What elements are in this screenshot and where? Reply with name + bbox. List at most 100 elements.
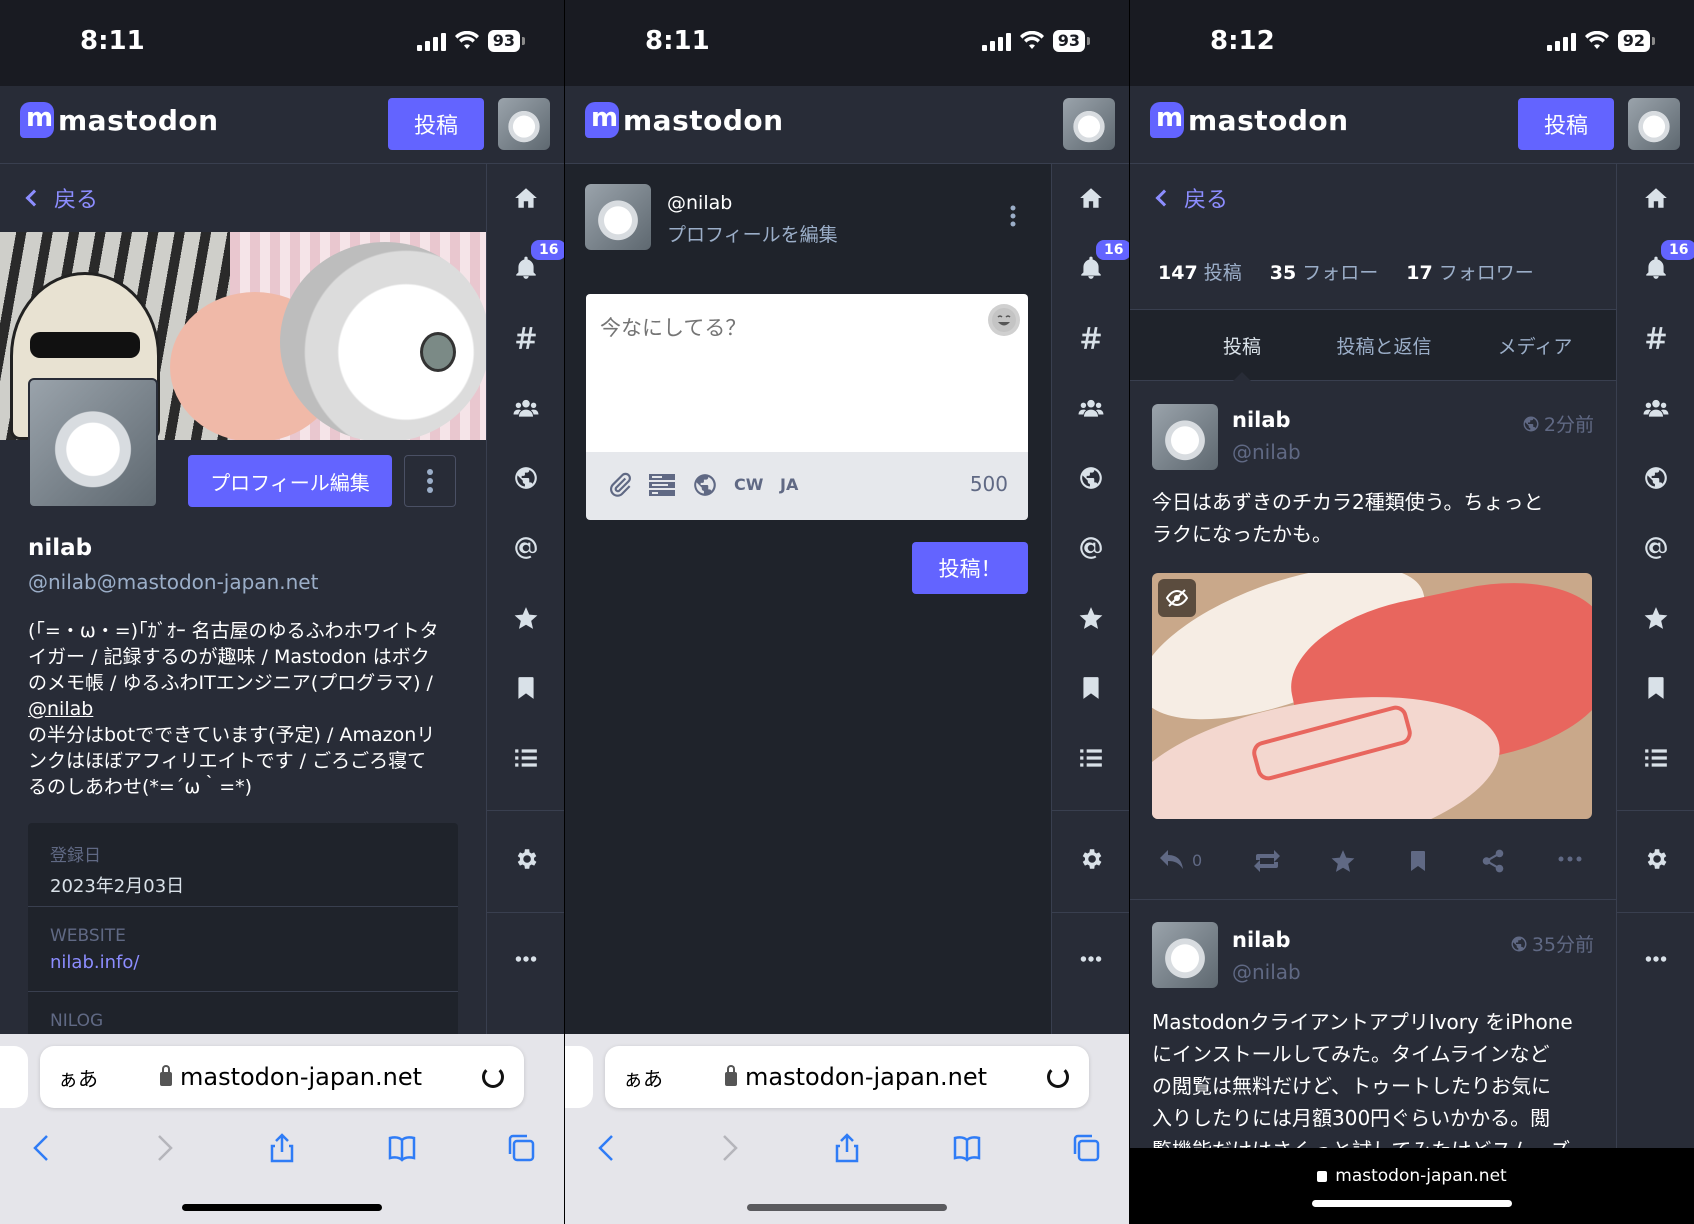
nav-mentions[interactable] [487,528,564,568]
bio-mention-link[interactable]: @nilab [28,696,458,722]
emoji-picker-button[interactable] [988,304,1020,336]
bookmark-icon[interactable] [1406,848,1430,874]
back-link[interactable]: 戻る [25,182,98,214]
share-button[interactable] [257,1126,307,1170]
nav-home[interactable] [1617,178,1694,218]
mastodon-logo[interactable]: mastodon [585,102,784,138]
nav-home[interactable] [487,178,564,218]
mastodon-logo[interactable]: mastodon [20,102,219,138]
nav-mentions[interactable] [1617,528,1694,568]
back-link[interactable]: 戻る [1155,182,1228,214]
nav-notifications[interactable]: 16 [487,238,564,288]
tab-posts-and-replies[interactable]: 投稿と返信 [1314,332,1454,359]
back-button[interactable] [18,1126,68,1170]
status-post[interactable]: nilab @nilab 2分前 今日はあずきのチカラ2種類使う。ちょっと ラク… [1130,382,1616,900]
nav-favourites[interactable] [1052,598,1129,638]
previous-tab-stub[interactable] [0,1046,28,1108]
status-post[interactable]: nilab @nilab 35分前 MastodonクライアントアプリIvory… [1130,900,1616,1148]
mastodon-logo[interactable]: mastodon [1150,102,1349,138]
stat-following[interactable]: 35 フォロー [1270,258,1379,285]
nav-local[interactable] [487,388,564,428]
new-post-button[interactable]: 投稿 [1518,98,1614,150]
nav-lists[interactable] [1617,738,1694,778]
nav-notifications[interactable]: 16 [1052,238,1129,288]
nav-bookmarks[interactable] [1617,668,1694,708]
ellipsis-icon[interactable] [1558,854,1582,864]
tab-media[interactable]: メディア [1480,332,1590,359]
nav-federated[interactable] [1617,458,1694,498]
previous-tab-stub[interactable] [565,1046,593,1108]
compose-textarea[interactable] [586,294,1028,452]
user-avatar[interactable] [1063,98,1115,150]
nav-favourites[interactable] [1617,598,1694,638]
tabs-button[interactable] [1061,1126,1111,1170]
nav-local[interactable] [1052,388,1129,428]
stat-posts[interactable]: 147 投稿 [1158,258,1242,285]
nav-more[interactable] [487,939,564,979]
bookmarks-button[interactable] [942,1126,992,1170]
content-warning-button[interactable]: CW [734,475,763,494]
nav-preferences[interactable] [1052,839,1129,879]
more-options-button[interactable] [404,455,456,507]
address-bar[interactable]: ぁあ mastodon-japan.net [40,1046,524,1108]
compose-menu-button[interactable] [1009,205,1017,231]
text-size-button[interactable]: ぁあ [58,1063,98,1092]
share-icon[interactable] [1480,848,1506,874]
reload-icon[interactable] [482,1066,504,1088]
user-avatar[interactable] [1628,98,1680,150]
new-post-button[interactable]: 投稿 [388,98,484,150]
post-avatar[interactable] [1152,404,1218,470]
edit-profile-link[interactable]: プロフィールを編集 [667,220,838,247]
nav-lists[interactable] [1052,738,1129,778]
nav-explore[interactable] [487,318,564,358]
profile-fields: 登録日 2023年2月03日 WEBSITE nilab.info/ NILOG [28,823,458,1043]
nav-mentions[interactable] [1052,528,1129,568]
tabs-button[interactable] [496,1126,546,1170]
compose-account-avatar[interactable] [585,184,651,250]
language-button[interactable]: JA [780,475,798,494]
boost-icon[interactable] [1252,850,1282,872]
post-time[interactable]: 35分前 [1510,930,1594,957]
stat-followers[interactable]: 17 フォロワー [1406,258,1534,285]
nav-bookmarks[interactable] [487,668,564,708]
nav-home[interactable] [1052,178,1129,218]
nav-bookmarks[interactable] [1052,668,1129,708]
share-button[interactable] [822,1126,872,1170]
address-bar[interactable]: ぁあ mastodon-japan.net [605,1046,1089,1108]
compact-address[interactable]: mastodon-japan.net [1130,1166,1694,1186]
edit-profile-button[interactable]: プロフィール編集 [188,455,392,507]
website-link[interactable]: nilab.info/ [50,952,436,973]
nav-more[interactable] [1052,939,1129,979]
paperclip-icon[interactable] [608,472,634,498]
hide-media-button[interactable] [1158,579,1196,617]
back-button[interactable] [583,1126,633,1170]
bookmarks-button[interactable] [377,1126,427,1170]
post-media-image[interactable] [1152,573,1592,819]
nav-explore[interactable] [1052,318,1129,358]
nav-federated[interactable] [487,458,564,498]
forward-button[interactable] [138,1126,188,1170]
nav-favourites[interactable] [487,598,564,638]
nav-local[interactable] [1617,388,1694,428]
poll-icon[interactable] [648,472,676,498]
star-icon[interactable] [1330,848,1356,874]
post-display-name[interactable]: nilab [1232,408,1291,432]
tab-posts[interactable]: 投稿 [1192,332,1292,359]
nav-explore[interactable] [1617,318,1694,358]
post-avatar[interactable] [1152,922,1218,988]
post-time[interactable]: 2分前 [1522,410,1594,437]
forward-button[interactable] [703,1126,753,1170]
nav-more[interactable] [1617,939,1694,979]
nav-notifications[interactable]: 16 [1617,238,1694,288]
publish-button[interactable]: 投稿！ [912,542,1028,594]
nav-federated[interactable] [1052,458,1129,498]
nav-lists[interactable] [487,738,564,778]
globe-icon[interactable] [692,472,718,498]
reply-button[interactable]: 0 [1158,848,1202,872]
user-avatar[interactable] [498,98,550,150]
nav-preferences[interactable] [487,839,564,879]
reload-icon[interactable] [1047,1066,1069,1088]
nav-preferences[interactable] [1617,839,1694,879]
text-size-button[interactable]: ぁあ [623,1063,663,1092]
post-display-name[interactable]: nilab [1232,928,1291,952]
